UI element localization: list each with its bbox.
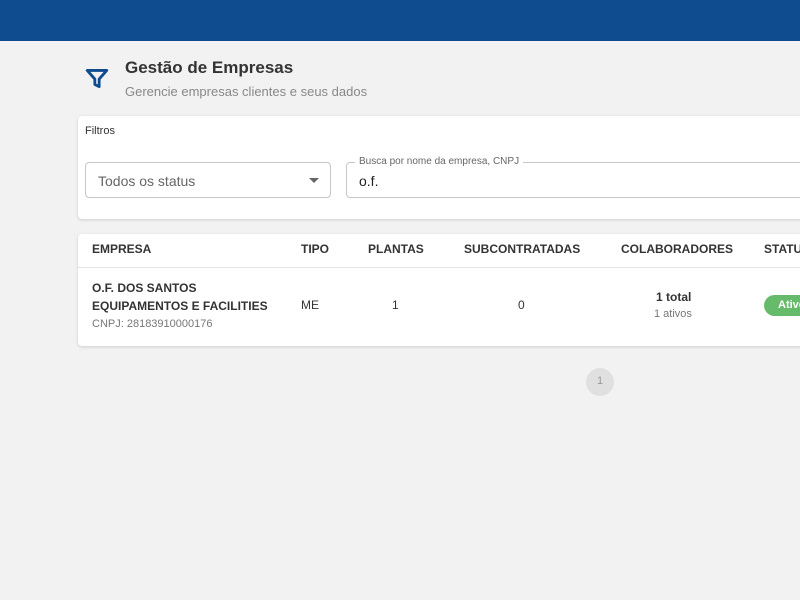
company-cnpj: CNPJ: 28183910000176	[92, 318, 213, 330]
filters-card: Filtros Todos os status Busca por nome d…	[78, 116, 800, 219]
column-header-subcontratadas[interactable]: SUBCONTRATADAS	[464, 242, 580, 256]
top-app-bar	[0, 0, 800, 41]
company-name-line2: EQUIPAMENTOS E FACILITIES	[92, 299, 268, 313]
column-header-empresa[interactable]: EMPRESA	[92, 242, 151, 256]
companies-table: EMPRESA TIPO PLANTAS SUBCONTRATADAS COLA…	[78, 234, 800, 346]
table-header: EMPRESA TIPO PLANTAS SUBCONTRATADAS COLA…	[78, 234, 800, 268]
search-field[interactable]: Busca por nome da empresa, CNPJ	[346, 156, 800, 198]
column-header-status[interactable]: STATUS	[764, 242, 800, 256]
colaboradores-ativos: 1 ativos	[654, 308, 692, 320]
filters-label: Filtros	[85, 125, 115, 137]
company-subcontratadas: 0	[518, 298, 525, 312]
status-select-value: Todos os status	[98, 173, 196, 189]
status-select[interactable]: Todos os status	[85, 162, 331, 198]
search-field-label: Busca por nome da empresa, CNPJ	[355, 156, 524, 167]
status-badge: Ativo	[764, 295, 800, 316]
filter-icon	[85, 69, 109, 89]
search-input[interactable]	[359, 173, 659, 189]
company-plantas: 1	[392, 298, 399, 312]
company-tipo: ME	[301, 298, 319, 312]
pagination-page-number: 1	[596, 375, 604, 387]
column-header-plantas[interactable]: PLANTAS	[368, 242, 424, 256]
page-title: Gestão de Empresas	[125, 58, 294, 77]
status-badge-label: Ativo	[778, 299, 800, 311]
chevron-down-icon	[309, 178, 319, 183]
column-header-colaboradores[interactable]: COLABORADORES	[621, 242, 733, 256]
column-header-tipo[interactable]: TIPO	[301, 242, 329, 256]
company-name-line1: O.F. DOS SANTOS	[92, 281, 197, 295]
page-subtitle: Gerencie empresas clientes e seus dados	[125, 84, 368, 99]
colaboradores-total: 1 total	[656, 290, 692, 304]
pagination-page-button[interactable]: 1	[586, 368, 614, 396]
